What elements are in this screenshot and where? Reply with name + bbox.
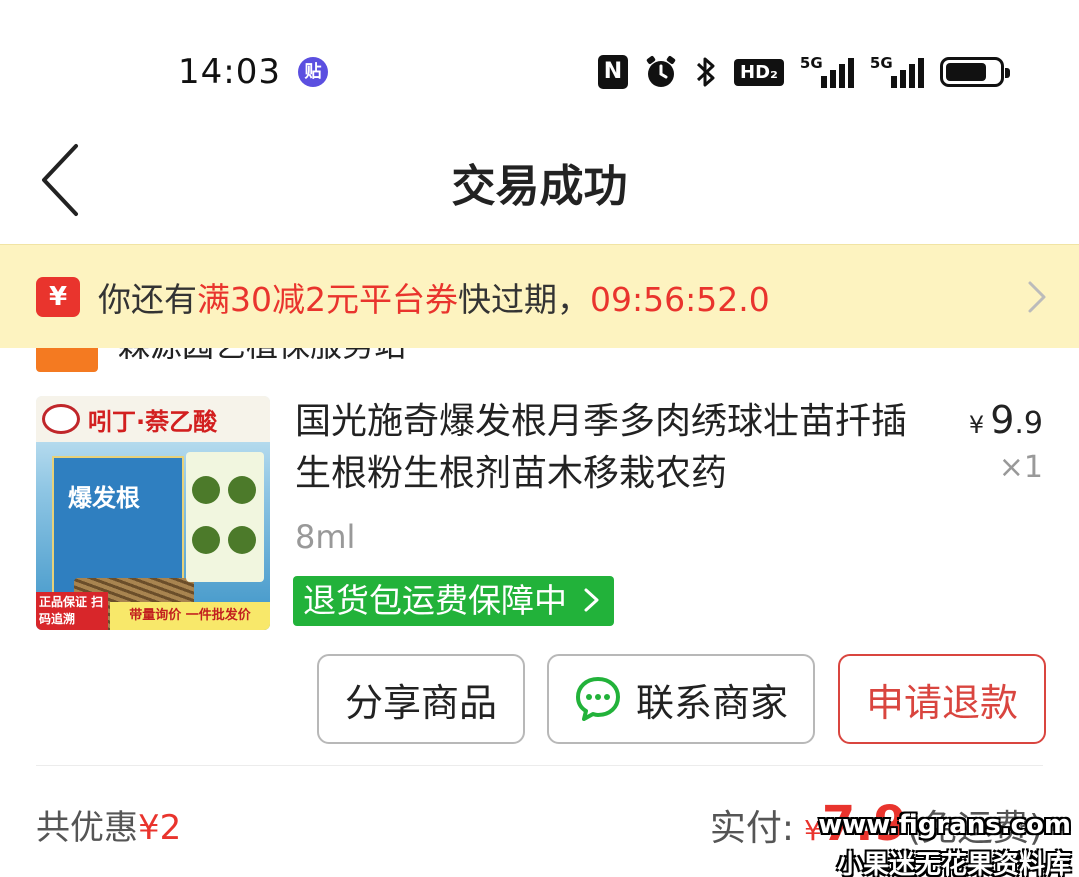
hd-icon-label: HD₂ <box>734 58 784 86</box>
coupon-message: 你还有满30减2元平台券快过期，09:56:52.0 <box>98 273 770 321</box>
price-integer: 9 <box>990 398 1015 442</box>
nav-bar: 交易成功 <box>0 120 1079 244</box>
divider <box>36 765 1043 766</box>
coupon-icon: ¥ <box>36 277 80 317</box>
guarantee-label: 退货包运费保障中 <box>303 581 567 620</box>
coupon-text-highlight: 满30减2元平台券 <box>197 280 458 319</box>
product-box: 爆发根 <box>52 456 194 630</box>
product-title[interactable]: 国光施奇爆发根月季多肉绣球壮苗扦插生根粉生根剂苗木移栽农药 <box>295 396 915 500</box>
status-time: 14:03 <box>178 52 281 92</box>
battery-icon <box>939 57 1010 87</box>
product-image-badge-authentic: 正品保证 扫码追溯 <box>36 592 108 630</box>
discount-amount: ¥2 <box>138 808 182 848</box>
coupon-text-prefix: 你还有 <box>98 280 197 319</box>
total-discount: 共优惠¥2 <box>36 800 181 849</box>
coupon-countdown: 09:56:52.0 <box>590 280 770 319</box>
contact-seller-label: 联系商家 <box>635 680 788 725</box>
watermark-site-name: 小果迷无花果资料库 <box>836 850 1071 877</box>
return-shipping-guarantee-badge[interactable]: 退货包运费保障中 <box>293 576 614 626</box>
chevron-right-icon <box>584 588 598 612</box>
product-price: ¥9.9 <box>969 398 1043 442</box>
discount-label: 共优惠 <box>36 808 138 848</box>
request-refund-button[interactable]: 申请退款 <box>838 654 1046 744</box>
brand-logo-icon <box>42 404 80 434</box>
paid-label: 实付: <box>709 808 795 849</box>
product-image-box-text: 爆发根 <box>68 484 140 512</box>
chat-bubble-icon <box>575 677 620 721</box>
notification-app-icon: 贴 <box>298 57 328 87</box>
order-card: 吲丁·萘乙酸 爆发根 正品保证 扫码追溯 带量询价 一件批发价 国光施奇爆发根月… <box>0 348 1079 877</box>
status-bar: 14:03 贴 N HD₂ 5G 5G <box>0 0 1079 120</box>
product-spec: 8ml <box>295 518 356 556</box>
product-image-top-text: 吲丁·萘乙酸 <box>88 408 218 436</box>
status-icons: N HD₂ 5G 5G <box>598 52 1020 92</box>
watermark-url: www.figrans.com <box>818 810 1071 840</box>
watermark: www.figrans.com 小果迷无花果资料库 <box>818 810 1071 877</box>
hd-icon: HD₂ <box>734 58 784 86</box>
contact-seller-button[interactable]: 联系商家 <box>547 654 815 744</box>
price-decimal: .9 <box>1014 406 1043 441</box>
signal-icon: 5G <box>800 54 854 90</box>
nfc-icon-label: N <box>598 55 628 89</box>
product-quantity: ×1 <box>998 450 1043 485</box>
signal-icon: 5G <box>870 54 924 90</box>
chevron-right-icon <box>1028 281 1046 313</box>
page-title: 交易成功 <box>451 161 628 212</box>
product-image-badge-wholesale: 带量询价 一件批发价 <box>110 602 270 630</box>
bluetooth-icon <box>694 54 718 90</box>
share-product-label: 分享商品 <box>344 680 497 725</box>
nfc-icon: N <box>598 55 628 89</box>
price-currency: ¥ <box>968 411 985 439</box>
product-image[interactable]: 吲丁·萘乙酸 爆发根 正品保证 扫码追溯 带量询价 一件批发价 <box>36 396 270 630</box>
alarm-icon <box>644 54 678 90</box>
product-image-effects <box>186 452 264 582</box>
request-refund-label: 申请退款 <box>865 680 1018 725</box>
coupon-expiry-banner[interactable]: ¥ 你还有满30减2元平台券快过期，09:56:52.0 <box>0 244 1079 348</box>
coupon-text-suffix: 快过期， <box>458 280 590 319</box>
share-product-button[interactable]: 分享商品 <box>317 654 525 744</box>
